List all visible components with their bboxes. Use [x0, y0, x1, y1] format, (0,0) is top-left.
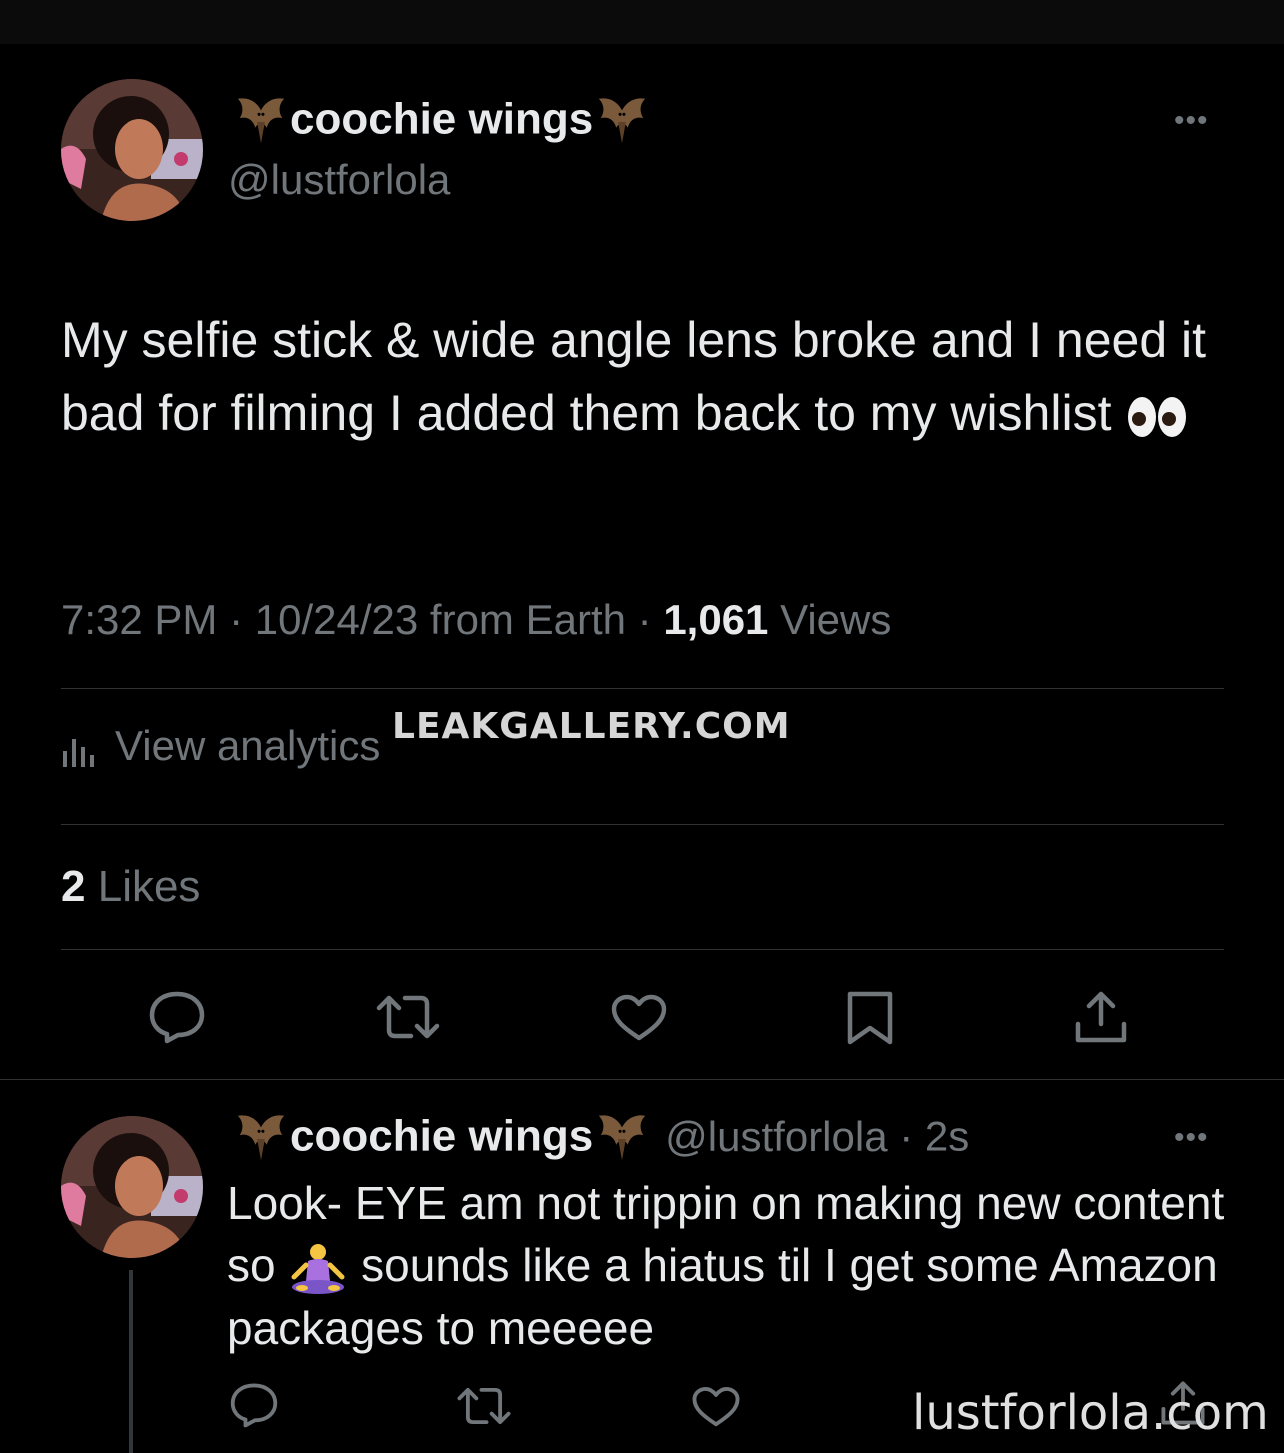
divider [61, 824, 1224, 825]
tweet-meta: 7:32 PM · 10/24/23 from Earth · 1,061 Vi… [61, 596, 891, 644]
reply-separator: · [887, 1112, 925, 1160]
retweet-icon [376, 995, 440, 1039]
divider [61, 688, 1224, 689]
reply-text: Look- EYE am not trippin on making new c… [227, 1172, 1227, 1359]
reply-icon [230, 1383, 278, 1428]
like-button[interactable] [610, 994, 668, 1042]
tweet-body: My selfie stick & wide angle lens broke … [61, 312, 1207, 441]
tweet-time: 7:32 PM [61, 596, 218, 643]
reply-text-after: sounds like a hiatus til I get some Amaz… [227, 1239, 1218, 1354]
like-icon [692, 1386, 740, 1427]
views-label: Views [780, 596, 892, 643]
divider [0, 1079, 1284, 1080]
status-bar [0, 0, 1284, 44]
thread-line [129, 1270, 133, 1453]
reply-time: 2s [924, 1112, 970, 1160]
avatar[interactable] [61, 1116, 203, 1258]
avatar[interactable] [61, 79, 203, 221]
retweet-button[interactable] [375, 994, 441, 1040]
bat-emoji [598, 98, 646, 144]
bat-emoji [598, 1115, 646, 1161]
divider [61, 949, 1224, 950]
person-in-lotus-position-emoji [291, 1243, 345, 1294]
analytics-icon [63, 738, 94, 767]
view-analytics-label: View analytics [115, 722, 381, 769]
like-icon [611, 994, 667, 1041]
eyes-emoji [1128, 396, 1187, 437]
reply-display-name-text: coochie wings [290, 1111, 594, 1161]
reply-button[interactable] [148, 990, 206, 1044]
reply-reply-button[interactable] [229, 1382, 279, 1428]
meta-separator: · [625, 596, 664, 643]
views-count: 1,061 [663, 596, 769, 643]
bookmark-button[interactable] [846, 990, 894, 1046]
bat-emoji [237, 1115, 285, 1161]
tweet-date: 10/24/23 [254, 596, 419, 643]
tweet-source: from Earth [429, 596, 626, 643]
display-name[interactable]: coochie wings [232, 93, 651, 151]
retweet-icon [457, 1387, 511, 1425]
watermark-corner: lustforlola.com [912, 1385, 1269, 1441]
watermark-center: LEAKGALLERY.COM [392, 706, 791, 747]
reply-handle[interactable]: @lustforlola [665, 1113, 887, 1160]
reply-retweet-button[interactable] [456, 1386, 512, 1426]
display-name-text: coochie wings [290, 94, 594, 144]
tweet-text: My selfie stick & wide angle lens broke … [61, 304, 1231, 450]
likes-label: Likes [97, 862, 201, 911]
reply-like-button[interactable] [691, 1386, 741, 1428]
more-options-icon[interactable]: ••• [1174, 104, 1209, 138]
likes-count: 2 [61, 862, 86, 911]
likes-count-link[interactable]: 2 Likes [61, 862, 200, 912]
view-analytics-link[interactable]: View analytics [61, 722, 380, 770]
bookmark-icon [847, 991, 893, 1045]
meta-separator: · [217, 596, 255, 643]
reply-icon [149, 991, 205, 1044]
reply-more-options-icon[interactable]: ••• [1174, 1121, 1209, 1155]
reply-display-name[interactable]: coochie wings @lustforlola · 2s [232, 1110, 969, 1168]
bat-emoji [237, 98, 285, 144]
share-icon [1075, 991, 1127, 1043]
user-handle[interactable]: @lustforlola [228, 156, 450, 204]
share-button[interactable] [1074, 990, 1128, 1044]
